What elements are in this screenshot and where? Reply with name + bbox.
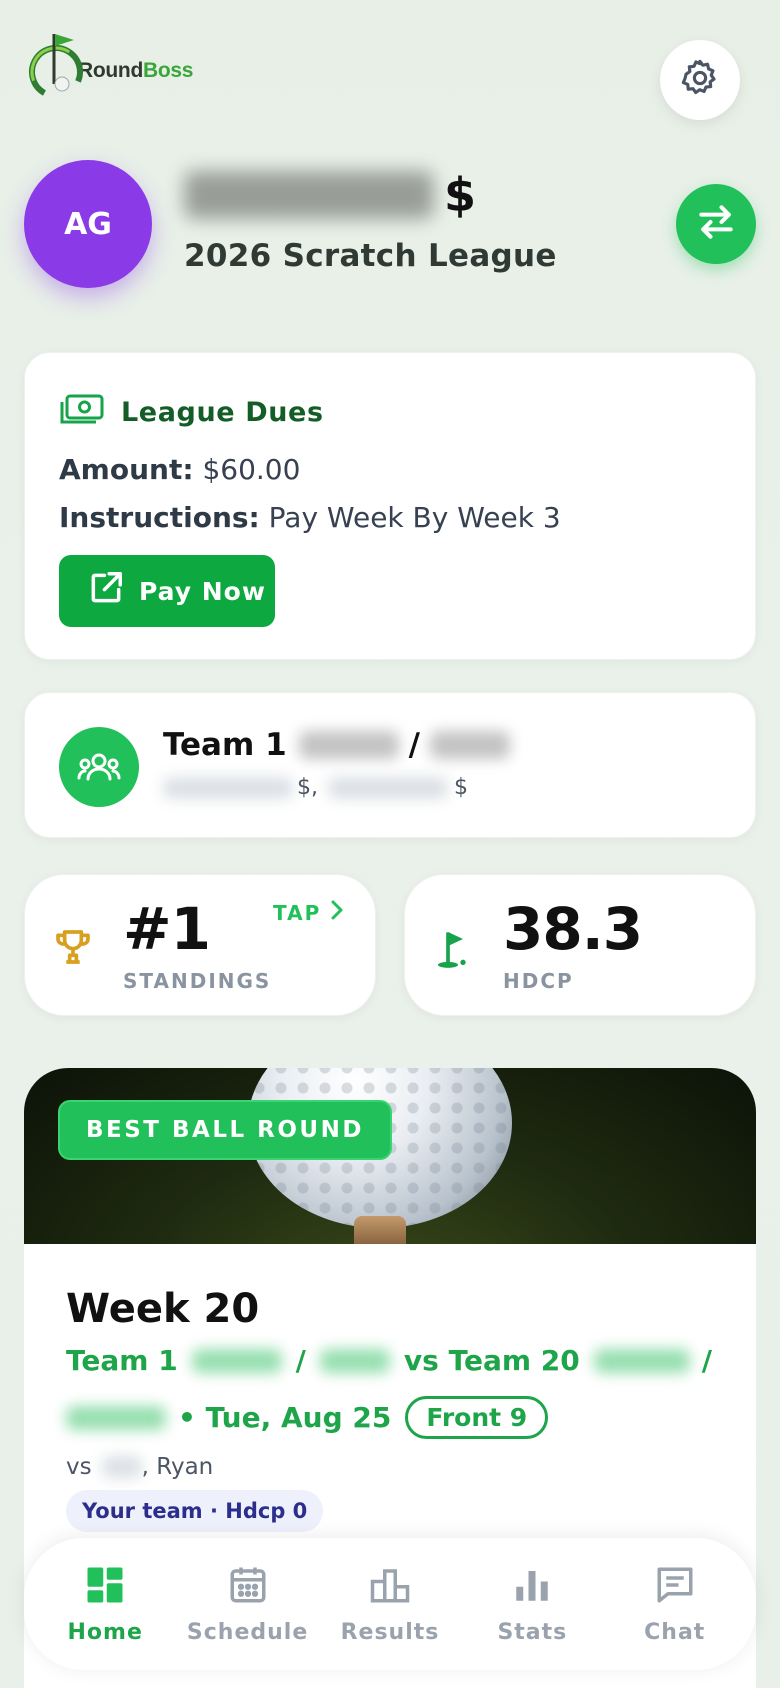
nav-home[interactable]: Home: [35, 1564, 175, 1645]
redacted-team-a-member-2: [319, 1348, 390, 1373]
player-name-row: $: [184, 168, 476, 222]
team-users-icon: [59, 727, 139, 807]
redacted-team-a-member-1: [191, 1348, 282, 1373]
money-icon: [59, 393, 105, 431]
redacted-team-b-member-1: [593, 1348, 690, 1373]
standings-value: #1: [123, 895, 211, 963]
week-title: Week 20: [66, 1286, 260, 1332]
opponents-line: vs , Ryan: [66, 1454, 214, 1480]
handicap-label: HDCP: [503, 969, 574, 993]
holes-badge: Front 9: [405, 1396, 549, 1439]
nav-results-label: Results: [340, 1619, 440, 1645]
league-dues-card: League Dues Amount: $60.00 Instructions:…: [24, 352, 756, 660]
trophy-icon: [53, 927, 93, 971]
standings-card[interactable]: #1 STANDINGS TAP: [24, 874, 376, 1016]
matchup-line-1: Team 1 / vs Team 20 /: [66, 1344, 712, 1377]
settings-button[interactable]: [660, 40, 740, 120]
your-team-badge: Your team · Hdcp 0: [66, 1490, 324, 1532]
redacted-member-1: [298, 731, 399, 759]
redacted-member-2: [429, 731, 510, 759]
golf-tee-image: [354, 1216, 406, 1244]
team-card[interactable]: Team 1 / $, $: [24, 692, 756, 838]
tap-hint[interactable]: TAP: [273, 899, 345, 926]
handicap-card: 38.3 HDCP: [404, 874, 756, 1016]
avatar[interactable]: AG: [24, 160, 152, 288]
nav-schedule[interactable]: Schedule: [178, 1564, 318, 1645]
calendar-icon: [227, 1564, 269, 1610]
league-name: 2026 Scratch League: [184, 238, 557, 274]
dues-title: League Dues: [121, 396, 324, 428]
gear-icon: [679, 57, 721, 103]
matchup-line-2: • Tue, Aug 25 Front 9: [66, 1396, 746, 1439]
redacted-opponent: [101, 1456, 142, 1478]
nav-schedule-label: Schedule: [186, 1619, 309, 1645]
nav-chat-label: Chat: [644, 1619, 706, 1645]
swap-arrows-icon: [694, 200, 738, 248]
round-date: • Tue, Aug 25: [178, 1401, 392, 1434]
nav-chat[interactable]: Chat: [605, 1564, 745, 1645]
bottom-navigation: Home Schedule Results Stats Chat: [24, 1538, 756, 1670]
dues-instructions: Instructions: Pay Week By Week 3: [59, 501, 561, 534]
home-grid-icon: [84, 1564, 126, 1610]
external-link-icon: [87, 569, 125, 613]
team-members: $, $: [163, 775, 468, 800]
chevron-right-icon: [321, 899, 345, 926]
nav-results[interactable]: Results: [320, 1564, 460, 1645]
round-type-badge: BEST BALL ROUND: [58, 1100, 392, 1160]
chat-icon: [654, 1564, 696, 1610]
podium-icon: [369, 1564, 411, 1610]
redacted-team-b-member-2: [66, 1405, 166, 1430]
pay-now-button[interactable]: Pay Now: [59, 555, 275, 627]
nav-stats-label: Stats: [497, 1619, 568, 1645]
avatar-initials: AG: [64, 206, 112, 242]
handicap-value: 38.3: [503, 895, 643, 963]
redacted-member-name-2: [328, 776, 448, 799]
team-name: Team 1 /: [163, 727, 510, 763]
bar-chart-icon: [511, 1564, 553, 1610]
golf-flag-logo-icon: [26, 28, 88, 100]
redacted-member-name-1: [163, 776, 293, 799]
standings-label: STANDINGS: [123, 969, 272, 993]
logo-wordmark: RoundBoss: [78, 59, 194, 82]
nav-home-label: Home: [67, 1619, 143, 1645]
nav-stats[interactable]: Stats: [462, 1564, 602, 1645]
redacted-player-name: [184, 171, 434, 219]
pay-now-label: Pay Now: [139, 576, 266, 606]
switch-league-button[interactable]: [676, 184, 756, 264]
golf-ball-hero-image: BEST BALL ROUND: [24, 1068, 756, 1244]
paid-indicator: $: [444, 168, 477, 222]
dues-amount: Amount: $60.00: [59, 453, 301, 486]
golf-flag-icon: [433, 927, 473, 975]
app-logo: RoundBoss: [26, 26, 193, 102]
